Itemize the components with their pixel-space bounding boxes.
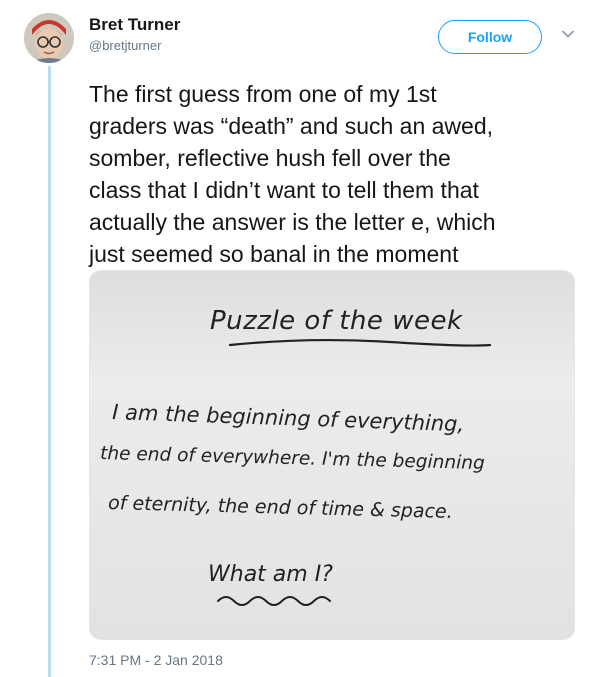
follow-button-label: Follow	[467, 29, 513, 45]
tweet-photo[interactable]: Puzzle of the week I am the beginning of…	[89, 270, 575, 640]
tweet-timestamp[interactable]: 7:31 PM - 2 Jan 2018	[89, 652, 223, 668]
whiteboard-image: Puzzle of the week I am the beginning of…	[90, 271, 574, 639]
avatar[interactable]	[24, 13, 74, 63]
avatar-image	[24, 13, 74, 63]
tweet-text: The first guess from one of my 1st grade…	[89, 81, 496, 267]
author-name[interactable]: Bret Turner	[89, 15, 180, 35]
thread-line	[48, 66, 51, 677]
follow-button[interactable]: Follow	[438, 20, 542, 54]
whiteboard-heading: Puzzle of the week	[210, 306, 463, 336]
more-options-button[interactable]	[558, 24, 578, 44]
chevron-down-icon	[562, 30, 574, 38]
author-handle[interactable]: @bretjturner	[89, 38, 161, 53]
riddle-question: What am I?	[208, 562, 333, 587]
